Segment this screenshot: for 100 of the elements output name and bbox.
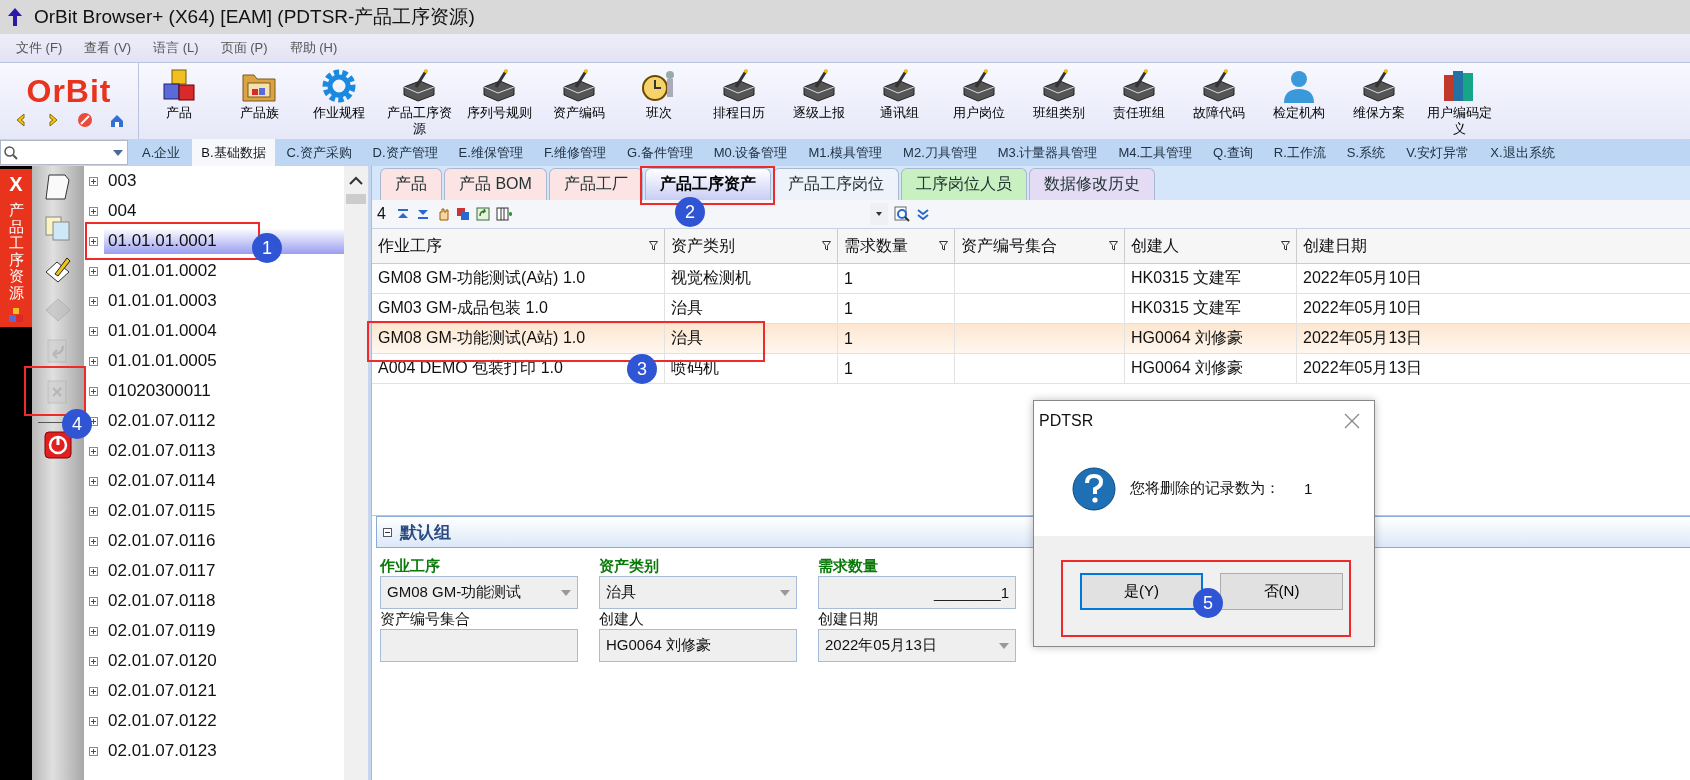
menu-item[interactable]: 文件 (F) [16, 39, 63, 57]
scrollbar-thumb[interactable] [346, 194, 366, 204]
tab[interactable]: 产品工厂 [548, 168, 643, 200]
module-tab[interactable]: Q.查询 [1204, 139, 1262, 166]
module-tab[interactable]: B.基础数据 [192, 139, 275, 166]
tree-item[interactable]: 02.01.07.0121 [104, 678, 344, 704]
tree-item[interactable]: 02.01.07.0116 [104, 528, 344, 554]
filter-icon[interactable] [649, 241, 658, 251]
dropdown-caret-icon[interactable] [113, 149, 123, 156]
toolbar-button[interactable]: 维保方案 [1339, 63, 1419, 139]
dropdown-field[interactable]: 治具 [599, 576, 797, 609]
tab[interactable]: 产品 BOM [444, 168, 547, 200]
yes-button[interactable]: 是(Y) [1080, 572, 1203, 610]
tree-item[interactable]: 02.01.07.0117 [104, 558, 344, 584]
module-tab[interactable]: V.安灯异常 [1397, 139, 1479, 166]
toolbar-button[interactable]: 作业规程 [299, 63, 379, 139]
stop-icon[interactable] [77, 112, 93, 128]
toolbar-button[interactable]: 检定机构 [1259, 63, 1339, 139]
tab[interactable]: 工序岗位人员 [900, 168, 1027, 200]
menu-item[interactable]: 帮助 (H) [289, 39, 338, 57]
module-tab[interactable]: M0.设备管理 [704, 139, 797, 166]
tree-item[interactable]: 02.01.07.0112 [104, 408, 344, 434]
expand-icon[interactable] [89, 536, 98, 546]
power-icon[interactable] [43, 430, 73, 460]
toolbar-button[interactable]: 序列号规则 [459, 63, 539, 139]
input-field[interactable]: ________1 [818, 576, 1016, 609]
module-tab[interactable]: S.系统 [1337, 139, 1395, 166]
tree-item[interactable]: 02.01.07.0114 [104, 468, 344, 494]
column-header[interactable]: 创建人 [1125, 229, 1297, 263]
dropdown-field[interactable]: 2022年05月13日 [818, 629, 1016, 662]
column-header[interactable]: 需求数量 [838, 229, 955, 263]
input-field[interactable] [380, 629, 578, 662]
last-icon[interactable] [415, 207, 430, 221]
menu-item[interactable]: 查看 (V) [84, 39, 132, 57]
expand-icon[interactable] [89, 656, 98, 666]
expand-icon[interactable] [89, 716, 98, 726]
module-tab[interactable]: A.企业 [133, 139, 190, 166]
expand-icon[interactable] [89, 386, 98, 396]
module-tab[interactable]: D.资产管理 [363, 139, 447, 166]
expand-icon[interactable] [89, 746, 98, 756]
module-tab[interactable]: G.备件管理 [618, 139, 702, 166]
tree-item[interactable]: 02.01.07.0123 [104, 738, 344, 764]
toolbar-button[interactable]: 排程日历 [699, 63, 779, 139]
tab[interactable]: 产品工序资产 [644, 168, 771, 200]
expand-icon[interactable] [89, 236, 98, 246]
expand-icon[interactable] [89, 176, 98, 186]
tab[interactable]: 产品 [380, 168, 442, 200]
search-field[interactable] [0, 140, 128, 165]
search-icon[interactable] [893, 206, 910, 222]
tree-item[interactable]: 02.01.07.0115 [104, 498, 344, 524]
menu-item[interactable]: 语言 (L) [153, 39, 199, 57]
module-tab[interactable]: R.工作流 [1264, 139, 1335, 166]
toolbar-button[interactable]: 产品 [139, 63, 219, 139]
close-icon[interactable] [1344, 413, 1360, 429]
expand-icon[interactable] [89, 686, 98, 696]
columns-icon[interactable] [495, 207, 512, 221]
module-tab[interactable]: X.退出系统 [1481, 139, 1564, 166]
toolbar-button[interactable]: 班组类别 [1019, 63, 1099, 139]
expand-icon[interactable] [89, 356, 98, 366]
expand-icon[interactable] [89, 626, 98, 636]
toolbar-button[interactable]: 资产编码 [539, 63, 619, 139]
collapse-icon[interactable] [383, 527, 392, 537]
toolbar-button[interactable]: 故障代码 [1179, 63, 1259, 139]
dropdown-field[interactable]: GM08 GM-功能测试 [380, 576, 578, 609]
module-tab[interactable]: C.资产采购 [277, 139, 361, 166]
filter-dropdown[interactable] [869, 203, 888, 225]
toolbar-button[interactable]: 用户编码定义 [1419, 63, 1499, 139]
filter-icon[interactable] [822, 241, 831, 251]
input-field[interactable]: HG0064 刘修豪 [599, 629, 797, 662]
expand-icon[interactable] [89, 296, 98, 306]
document-icon[interactable] [43, 172, 73, 202]
column-header[interactable]: 资产编号集合 [955, 229, 1125, 263]
column-header[interactable]: 创建日期 [1297, 229, 1690, 263]
home-icon[interactable] [109, 112, 125, 128]
tree-item[interactable]: 02.01.07.0113 [104, 438, 344, 464]
table-row[interactable]: GM08 GM-功能测试(A站) 1.0 视觉检测机 1 HK0315 文建军 2022年05月10日 [372, 264, 1690, 294]
toolbar-button[interactable]: 用户岗位 [939, 63, 1019, 139]
selected-row[interactable]: GM08 GM-功能测试(A站) 1.0 治具 1 HG0064 刘修豪 2022年05月13日 [372, 324, 1690, 354]
expand-icon[interactable] [89, 446, 98, 456]
scroll-up-icon[interactable] [349, 176, 363, 186]
toolbar-button[interactable]: 责任班组 [1099, 63, 1179, 139]
chevron-down-icon[interactable] [915, 207, 930, 221]
refresh-icon[interactable] [475, 207, 490, 221]
module-tab[interactable]: M1.模具管理 [799, 139, 892, 166]
expand-icon[interactable] [89, 206, 98, 216]
expand-icon[interactable] [89, 266, 98, 276]
scrollbar[interactable] [344, 166, 371, 780]
filter-icon[interactable] [1281, 241, 1290, 251]
tab[interactable]: 数据修改历史 [1028, 168, 1155, 200]
tab[interactable]: 产品工序岗位 [772, 168, 899, 200]
expand-icon[interactable] [89, 506, 98, 516]
toolbar-button[interactable]: 产品工序资源 [379, 63, 459, 139]
tree-item[interactable]: 02.01.07.0122 [104, 708, 344, 734]
module-tab[interactable]: M3.计量器具管理 [988, 139, 1107, 166]
tree-item[interactable]: 01.01.01.0004 [104, 318, 344, 344]
tree-item[interactable]: 02.01.07.0118 [104, 588, 344, 614]
tree-item[interactable]: 01020300011 [104, 378, 344, 404]
expand-icon[interactable] [89, 566, 98, 576]
column-header[interactable]: 资产类别 [665, 229, 838, 263]
column-header[interactable]: 作业工序 [372, 229, 665, 263]
